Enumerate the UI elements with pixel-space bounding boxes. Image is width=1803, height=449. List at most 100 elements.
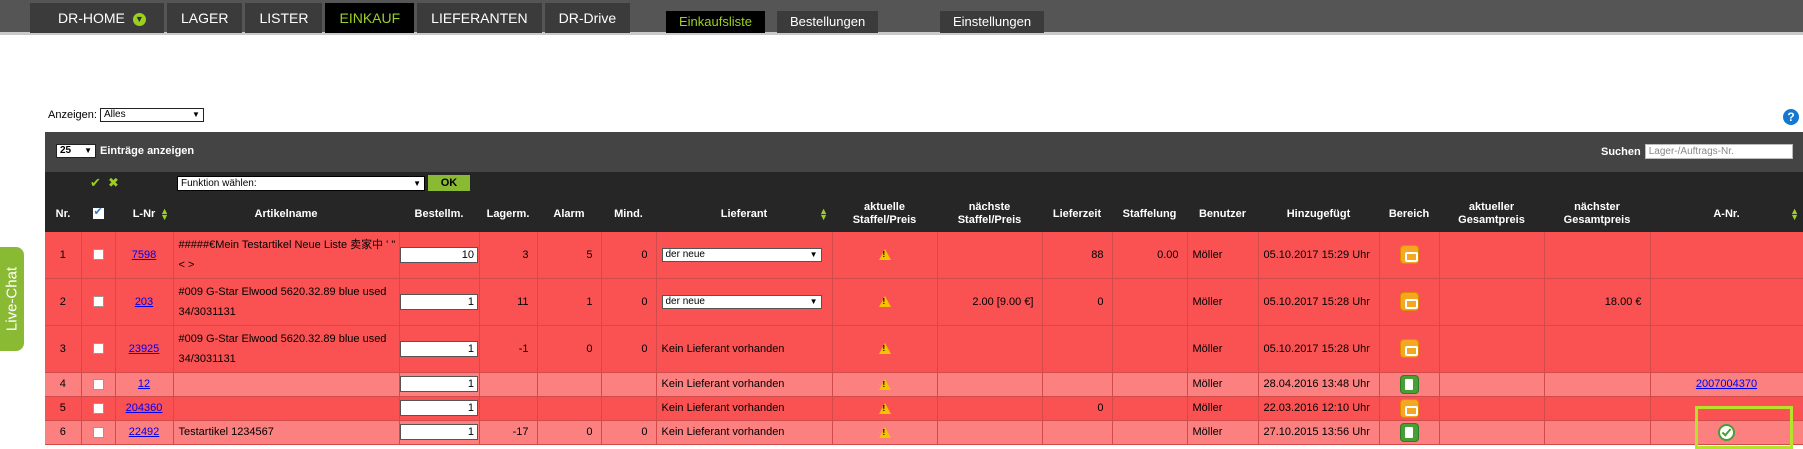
- col-staffelung: Staffelung: [1112, 196, 1187, 232]
- cell-bestellmenge: 10: [399, 232, 480, 279]
- cell-lieferant: Kein Lieferant vorhanden: [656, 372, 833, 397]
- table-row: 4 12 1 Kein Lieferant vorhanden Möller 28.04.…: [45, 372, 1803, 397]
- cell-bereich: [1379, 396, 1440, 421]
- cell-aktueller-gesamtpreis: [1439, 325, 1545, 373]
- col-anr[interactable]: A-Nr. ▲ ▼: [1650, 196, 1803, 232]
- col-lieferant[interactable]: Lieferant ▲ ▼: [656, 196, 832, 232]
- tab-dr-drive[interactable]: DR-Drive: [544, 3, 631, 33]
- sort-icon[interactable]: ▲ ▼: [819, 207, 828, 222]
- row-checkbox[interactable]: [92, 378, 104, 390]
- chevron-down-icon: ▼: [809, 249, 818, 259]
- order-quantity-input[interactable]: 1: [400, 293, 478, 310]
- chevron-down-icon[interactable]: ▼: [132, 12, 146, 26]
- lnr-link[interactable]: 12: [138, 378, 150, 390]
- cell-nr: 5: [45, 396, 82, 421]
- table-row: 2 203 #009 G-Star Elwood 5620.32.89 blue u…: [45, 278, 1803, 326]
- col-label: nächster Gesamtpreis: [1563, 201, 1631, 226]
- order-quantity-input[interactable]: 10: [400, 246, 478, 263]
- tab-lieferanten[interactable]: LIEFERANTEN: [417, 3, 542, 33]
- col-lnr[interactable]: L-Nr ▲ ▼: [115, 196, 173, 232]
- cell-nr: 2: [45, 278, 82, 326]
- box-icon[interactable]: [1399, 398, 1419, 418]
- cell-lnr: 203: [115, 278, 174, 326]
- col-label: Mind.: [614, 207, 643, 220]
- lnr-link[interactable]: 22492: [129, 426, 160, 438]
- cell-naechster-gesamtpreis: [1544, 325, 1651, 373]
- live-chat-button[interactable]: Live-Chat: [0, 247, 24, 351]
- row-checkbox[interactable]: [92, 402, 104, 414]
- tab-label: LAGER: [181, 10, 229, 26]
- chevron-down-icon: ▼: [809, 296, 818, 306]
- row-checkbox[interactable]: [92, 343, 104, 355]
- ok-button[interactable]: OK: [428, 175, 470, 191]
- row-checkbox[interactable]: [92, 426, 104, 438]
- order-quantity-input[interactable]: 1: [400, 400, 478, 416]
- cell-artikelname: [173, 372, 400, 397]
- supplier-select[interactable]: der neue ▼: [661, 294, 822, 309]
- col-label: nächste Staffel/Preis: [957, 201, 1022, 226]
- cell-hinzugefuegt: 05.10.2017 15:29 Uhr: [1258, 232, 1380, 279]
- lnr-link[interactable]: 23925: [129, 343, 160, 355]
- tab-einkauf[interactable]: EINKAUF: [325, 3, 415, 33]
- search-input[interactable]: Lager-/Auftrags-Nr.: [1644, 144, 1793, 159]
- row-checkbox[interactable]: [92, 249, 104, 261]
- help-icon[interactable]: ?: [1783, 109, 1799, 125]
- purchase-list-table: Nr. L-Nr ▲▼ Artikelname Bestellm. Lagerm.…: [45, 196, 1803, 445]
- function-select[interactable]: Funktion wählen: ▼: [177, 176, 425, 191]
- order-quantity-input[interactable]: 1: [400, 340, 478, 357]
- cell-lagermenge: -1: [479, 325, 538, 373]
- row-number: 3: [59, 342, 66, 355]
- display-filter: Anzeigen: Alles ▼: [48, 108, 204, 122]
- cell-nr: 6: [45, 420, 82, 445]
- box-icon[interactable]: [1399, 245, 1419, 265]
- cell-bestellmenge: 1: [399, 278, 480, 326]
- cell-lagermenge: [479, 372, 538, 397]
- lnr-link[interactable]: 7598: [132, 249, 156, 261]
- sort-icon[interactable]: ▲ ▼: [160, 207, 169, 222]
- order-number-link[interactable]: 2007004370: [1696, 378, 1757, 390]
- cell-mind: 0: [601, 232, 657, 279]
- cell-lieferant: Kein Lieferant vorhanden: [656, 396, 833, 421]
- user-name: Möller: [1192, 402, 1223, 414]
- cell-lnr: 23925: [115, 325, 174, 373]
- select-all-checkbox[interactable]: [92, 206, 104, 220]
- box-icon[interactable]: [1399, 339, 1419, 358]
- order-quantity-input[interactable]: 1: [400, 376, 478, 392]
- cell-lagermenge: -17: [479, 420, 538, 445]
- lnr-link[interactable]: 203: [135, 296, 153, 308]
- cell-artikelname: #####€Mein Testartikel Neue Liste 卖家中 ' …: [173, 232, 400, 279]
- col-label: Lieferant: [720, 207, 768, 220]
- supplier-select[interactable]: der neue ▼: [661, 247, 822, 262]
- box-icon[interactable]: [1399, 292, 1419, 311]
- uncheck-all-icon[interactable]: ✖: [108, 175, 119, 191]
- col-aktuelle-staffel: aktuelle Staffel/Preis: [832, 196, 937, 232]
- col-label: Lagerm.: [486, 207, 530, 220]
- cell-lieferzeit: [1042, 372, 1113, 397]
- subtab-bestellungen[interactable]: Bestellungen: [777, 11, 879, 33]
- supplier-value: der neue: [665, 295, 705, 307]
- document-icon[interactable]: [1399, 422, 1419, 442]
- cell-select: [81, 372, 116, 397]
- row-checkbox[interactable]: [92, 296, 104, 308]
- subtab-einstellungen[interactable]: Einstellungen: [940, 11, 1045, 33]
- tab-lister[interactable]: LISTER: [245, 3, 323, 33]
- check-all-icon[interactable]: ✔: [90, 175, 101, 191]
- filter-select[interactable]: Alles ▼: [99, 108, 204, 122]
- subtab-einkaufsliste[interactable]: Einkaufsliste: [666, 11, 765, 33]
- added-date: 05.10.2017 15:28 Uhr: [1263, 295, 1370, 308]
- cell-artikelname: #009 G-Star Elwood 5620.32.89 blue used …: [173, 325, 400, 373]
- supplier-text: Kein Lieferant vorhanden: [661, 426, 785, 438]
- lnr-link[interactable]: 204360: [126, 402, 163, 414]
- tab-lager[interactable]: LAGER: [167, 3, 243, 33]
- min-value: 0: [641, 295, 648, 308]
- entries-value: 25: [60, 145, 72, 156]
- order-quantity-input[interactable]: 1: [400, 424, 478, 440]
- cell-lagermenge: [479, 396, 538, 421]
- alarm-value: 1: [586, 295, 593, 308]
- search-control: Suchen Lager-/Auftrags-Nr.: [1601, 144, 1793, 159]
- sort-icon[interactable]: ▲ ▼: [1790, 207, 1799, 222]
- cell-select: [81, 278, 116, 326]
- tab-dr-home[interactable]: DR-HOME ▼: [30, 3, 164, 33]
- entries-select[interactable]: 25 ▼: [56, 144, 96, 158]
- document-icon[interactable]: [1399, 374, 1419, 394]
